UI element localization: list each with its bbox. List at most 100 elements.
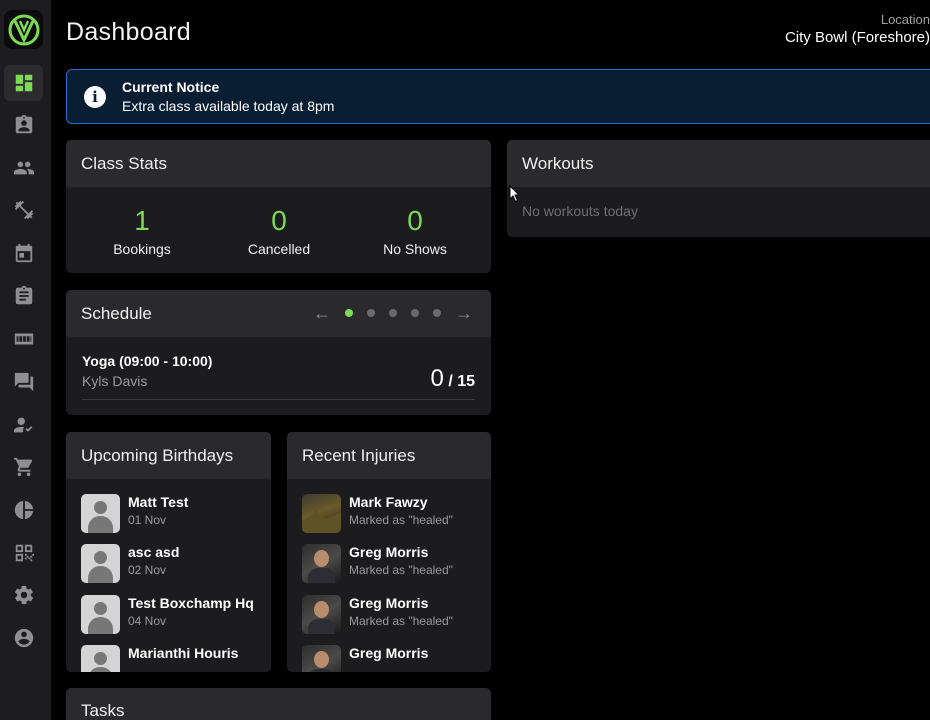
injury-status: Marked as "healed" bbox=[349, 563, 453, 577]
birthdays-title: Upcoming Birthdays bbox=[66, 432, 271, 479]
stat-bookings[interactable]: 1 Bookings bbox=[82, 205, 202, 257]
chat-icon bbox=[14, 372, 33, 392]
page-dot[interactable] bbox=[367, 309, 375, 317]
location-selector[interactable]: City Bowl (Foreshore) bbox=[785, 29, 930, 46]
class-stats-card: Class Stats 1 Bookings 0 Cancelled 0 No … bbox=[66, 140, 491, 273]
stat-cancelled-value: 0 bbox=[271, 205, 287, 236]
notice-title: Current Notice bbox=[122, 79, 220, 95]
birthday-date: 01 Nov bbox=[128, 513, 167, 527]
tasks-card: Tasks bbox=[66, 688, 491, 720]
list-item[interactable]: Greg Morris Marked as "healed" bbox=[302, 595, 453, 634]
stat-cancelled[interactable]: 0 Cancelled bbox=[219, 205, 339, 257]
brand-logo[interactable] bbox=[4, 10, 43, 49]
clipboard-account-icon bbox=[15, 114, 32, 134]
person-name: Marianthi Houris bbox=[128, 645, 239, 661]
sidebar-item-profile[interactable] bbox=[4, 620, 43, 656]
pie-chart-icon bbox=[14, 500, 33, 520]
schedule-capacity: 0 / 15 bbox=[431, 365, 476, 393]
clipboard-icon bbox=[15, 285, 32, 305]
birthday-date: 04 Nov bbox=[128, 614, 167, 628]
sidebar-item-calendar[interactable] bbox=[4, 235, 43, 271]
location-label: Location bbox=[880, 12, 930, 27]
sidebar bbox=[0, 0, 51, 720]
list-item[interactable]: Marianthi Houris bbox=[81, 645, 238, 672]
avatar bbox=[302, 494, 341, 533]
person-name: Test Boxchamp Hq bbox=[128, 595, 254, 611]
sidebar-item-shop[interactable] bbox=[4, 449, 43, 485]
recent-injuries-card: Recent Injuries Mark Fawzy Marked as "hea… bbox=[287, 432, 491, 672]
sidebar-item-tasks[interactable] bbox=[4, 278, 43, 314]
birthday-date: 02 Nov bbox=[128, 563, 167, 577]
page-dot[interactable] bbox=[433, 309, 441, 317]
avatar bbox=[302, 595, 341, 634]
page-dot[interactable] bbox=[389, 309, 397, 317]
sidebar-item-bookings[interactable] bbox=[4, 107, 43, 143]
schedule-class-name[interactable]: Yoga (09:00 - 10:00) bbox=[82, 353, 212, 369]
person-name: Matt Test bbox=[128, 494, 189, 510]
sidebar-item-members[interactable] bbox=[4, 150, 43, 186]
person-name: Greg Morris bbox=[349, 544, 429, 560]
class-stats-title: Class Stats bbox=[66, 140, 491, 187]
avatar bbox=[81, 645, 120, 672]
list-item[interactable]: Test Boxchamp Hq 04 Nov bbox=[81, 595, 254, 634]
brand-logo-icon bbox=[8, 14, 39, 45]
sidebar-item-reports[interactable] bbox=[4, 492, 43, 528]
account-circle-icon bbox=[14, 628, 33, 648]
mouse-cursor-icon bbox=[509, 185, 521, 203]
cart-icon bbox=[13, 457, 32, 477]
upcoming-birthdays-card: Upcoming Birthdays Matt Test 01 Nov asc a… bbox=[66, 432, 271, 672]
stat-cancelled-label: Cancelled bbox=[247, 241, 311, 257]
sidebar-item-messages[interactable] bbox=[4, 364, 43, 400]
notice-body: Extra class available today at 8pm bbox=[122, 98, 335, 114]
person-check-icon bbox=[13, 417, 32, 433]
arrow-right-icon[interactable]: → bbox=[455, 304, 473, 322]
arrow-left-icon[interactable]: ← bbox=[313, 304, 331, 322]
sidebar-item-dashboard[interactable] bbox=[4, 65, 43, 101]
avatar bbox=[81, 494, 120, 533]
stat-no-shows-label: No Shows bbox=[383, 241, 447, 257]
injury-status: Marked as "healed" bbox=[349, 513, 453, 527]
schedule-booked-count: 0 bbox=[430, 365, 444, 392]
avatar bbox=[302, 645, 341, 672]
gear-icon bbox=[14, 585, 33, 605]
workouts-title: Workouts bbox=[507, 140, 930, 187]
avatar bbox=[81, 544, 120, 583]
sidebar-item-scoreboard[interactable] bbox=[4, 321, 43, 357]
list-item[interactable]: Greg Morris bbox=[302, 645, 428, 672]
schedule-card: Schedule ← → Yoga (09:00 - 10:00) Kyls D… bbox=[66, 290, 491, 415]
schedule-divider bbox=[82, 399, 475, 400]
person-name: asc asd bbox=[128, 544, 180, 560]
stat-bookings-label: Bookings bbox=[113, 241, 171, 257]
sidebar-item-workouts[interactable] bbox=[4, 192, 43, 228]
person-name: Mark Fawzy bbox=[349, 494, 428, 510]
list-item[interactable]: Matt Test 01 Nov bbox=[81, 494, 188, 533]
schedule-capacity-total: / 15 bbox=[448, 373, 475, 390]
person-name: Greg Morris bbox=[349, 645, 429, 661]
scoreboard-icon bbox=[14, 333, 33, 345]
qr-code-icon bbox=[15, 544, 34, 562]
list-item[interactable]: Greg Morris Marked as "healed" bbox=[302, 544, 453, 583]
sidebar-item-settings[interactable] bbox=[4, 577, 43, 613]
injury-status: Marked as "healed" bbox=[349, 614, 453, 628]
workouts-card: Workouts No workouts today bbox=[507, 140, 930, 237]
workouts-empty-message: No workouts today bbox=[522, 203, 638, 219]
list-item[interactable]: Mark Fawzy Marked as "healed" bbox=[302, 494, 453, 533]
page-dot[interactable] bbox=[411, 309, 419, 317]
sidebar-item-qr[interactable] bbox=[4, 535, 43, 571]
calendar-icon bbox=[15, 243, 32, 263]
list-item[interactable]: asc asd 02 Nov bbox=[81, 544, 179, 583]
sidebar-item-attendance[interactable] bbox=[4, 407, 43, 443]
schedule-pager: ← → bbox=[313, 304, 473, 322]
current-notice-banner: i Current Notice Extra class available t… bbox=[66, 69, 930, 124]
dumbbell-icon bbox=[14, 200, 33, 220]
stat-no-shows[interactable]: 0 No Shows bbox=[355, 205, 475, 257]
dashboard-icon bbox=[15, 74, 32, 92]
page-dot[interactable] bbox=[345, 309, 353, 317]
page-title: Dashboard bbox=[66, 18, 192, 46]
person-name: Greg Morris bbox=[349, 595, 429, 611]
avatar bbox=[302, 544, 341, 583]
info-icon: i bbox=[84, 86, 106, 108]
stat-bookings-value: 1 bbox=[134, 205, 150, 236]
people-icon bbox=[13, 161, 34, 175]
tasks-title: Tasks bbox=[66, 688, 491, 720]
